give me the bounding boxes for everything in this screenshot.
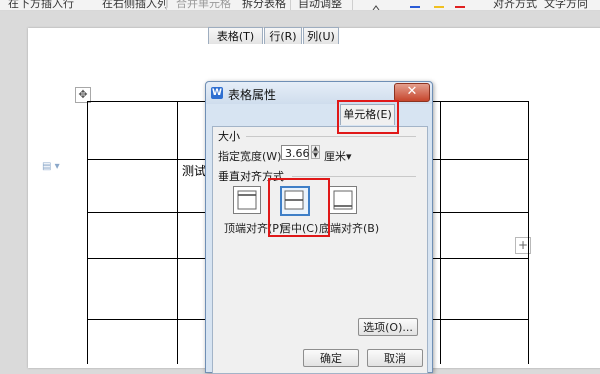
valign-group-label: 垂直对齐方式 (218, 170, 284, 183)
table-border (177, 101, 178, 364)
cancel-button[interactable]: 取消 (367, 349, 423, 367)
insert-column-right-button[interactable]: 在右侧插入列 (102, 0, 168, 10)
font-size-icon[interactable] (372, 0, 382, 10)
tab-column[interactable]: 列(U) (303, 27, 339, 44)
table-border (440, 101, 441, 364)
text-direction-button[interactable]: 文字方向 (544, 0, 588, 10)
toolbar-divider (352, 0, 353, 10)
toolbar-divider (290, 0, 291, 10)
size-group-label: 大小 (218, 130, 240, 143)
align-bottom-option[interactable] (329, 186, 357, 214)
chevron-down-icon: ▾ (346, 150, 352, 163)
width-input[interactable]: 3.66 (281, 145, 310, 160)
group-divider (292, 176, 416, 177)
highlight-color-icon[interactable] (434, 6, 444, 8)
ribbon-toolbar: 在下方插入行 在右侧插入列 合并单元格 拆分表格 自动调整 对齐方式 文字方向 (0, 0, 600, 11)
split-table-button[interactable]: 拆分表格 (242, 0, 286, 10)
close-button[interactable]: ✕ (394, 83, 430, 102)
group-divider (246, 136, 416, 137)
align-top-icon (237, 190, 257, 210)
font-color-icon[interactable] (455, 6, 465, 8)
table-border (87, 101, 88, 364)
dialog-title: 表格属性 (228, 88, 277, 102)
auto-fit-button[interactable]: 自动调整 (298, 0, 342, 10)
align-bottom-label[interactable]: 底端对齐(B) (319, 220, 379, 236)
table-cell-text[interactable]: 测试 (180, 162, 208, 179)
insert-row-below-button[interactable]: 在下方插入行 (8, 0, 74, 10)
width-spinner[interactable]: ▲ ▼ (311, 145, 320, 160)
options-button[interactable]: 选项(O)... (358, 318, 418, 336)
merge-cells-button[interactable]: 合并单元格 (176, 0, 231, 10)
align-middle-label[interactable]: 居中(C) (280, 220, 318, 236)
toolbar-divider (166, 0, 167, 10)
dialog-titlebar[interactable]: W 表格属性 ✕ (206, 82, 432, 104)
align-mode-button[interactable]: 对齐方式 (493, 0, 537, 10)
align-bottom-icon (333, 190, 353, 210)
tab-row[interactable]: 行(R) (264, 27, 302, 44)
spin-down-icon[interactable]: ▼ (311, 152, 320, 159)
tab-cell[interactable]: 单元格(E) (340, 104, 395, 125)
align-middle-icon (284, 190, 304, 210)
spin-up-icon[interactable]: ▲ (311, 145, 320, 152)
width-label: 指定宽度(W): (218, 150, 286, 163)
tab-table[interactable]: 表格(T) (208, 27, 263, 44)
width-unit-select[interactable]: 厘米▾ (324, 148, 352, 164)
table-border (528, 101, 529, 364)
align-top-label[interactable]: 顶端对齐(P) (224, 220, 283, 236)
width-unit-value: 厘米 (324, 150, 346, 163)
wps-app-icon: W (211, 87, 223, 99)
underline-color-icon[interactable] (410, 6, 420, 8)
ok-button[interactable]: 确定 (303, 349, 359, 367)
paragraph-marker-icon[interactable]: ▤ ▾ (42, 161, 60, 172)
align-middle-option[interactable] (280, 186, 310, 216)
align-top-option[interactable] (233, 186, 261, 214)
